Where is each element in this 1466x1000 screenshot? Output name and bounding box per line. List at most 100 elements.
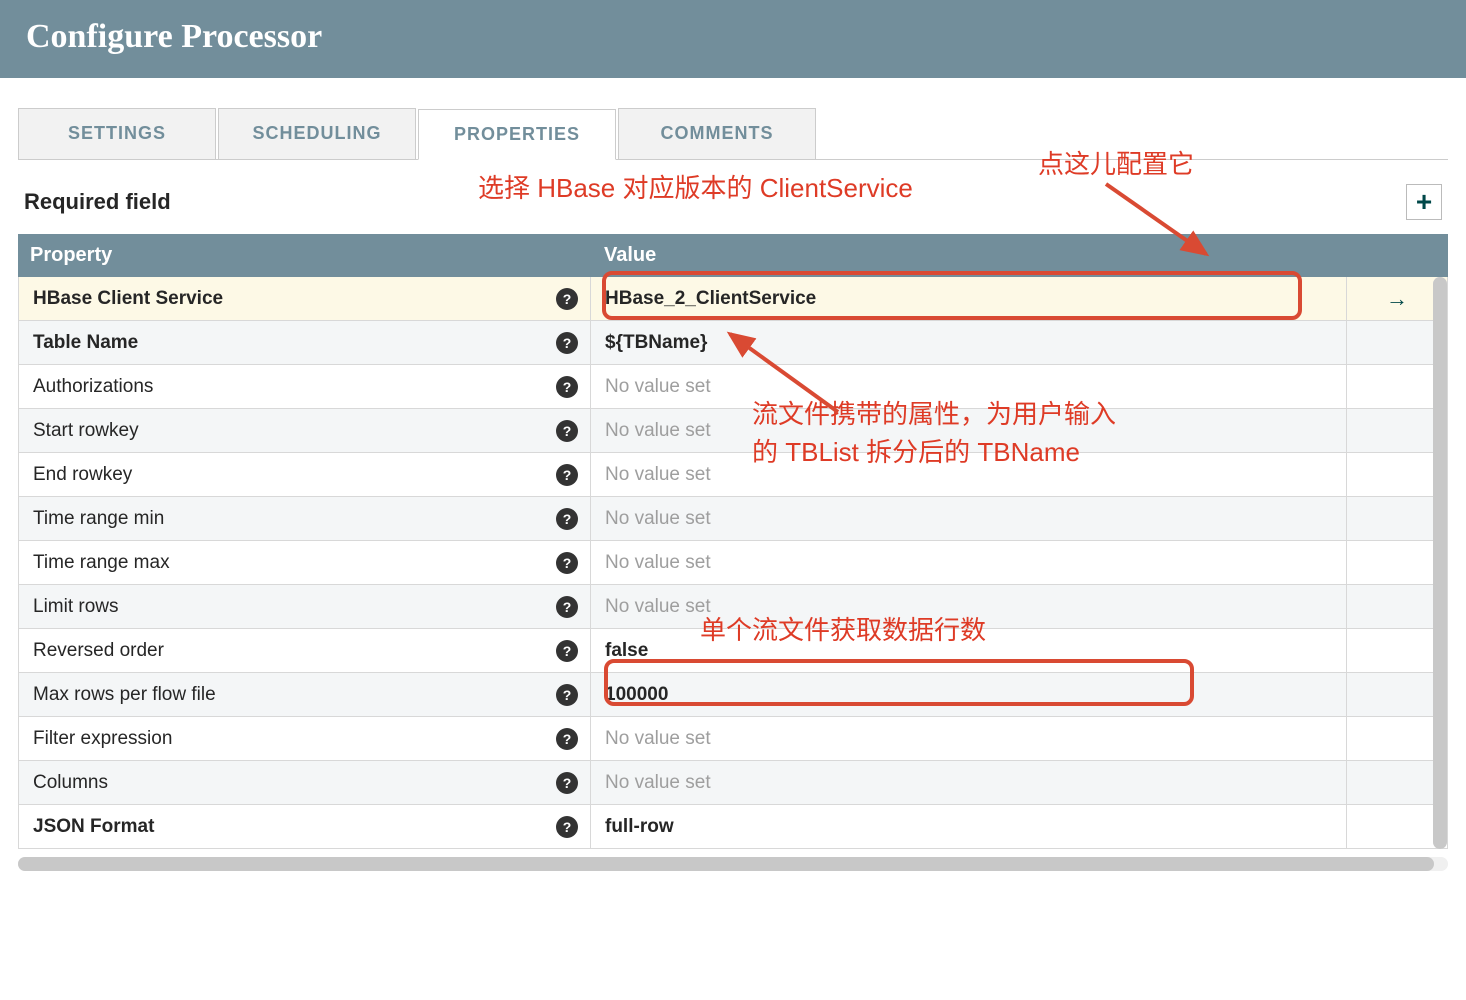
- property-cell: Filter expression?: [19, 717, 591, 760]
- help-icon[interactable]: ?: [556, 376, 578, 398]
- value-cell[interactable]: HBase_2_ClientService: [591, 277, 1347, 320]
- help-icon[interactable]: ?: [556, 772, 578, 794]
- help-icon[interactable]: ?: [556, 684, 578, 706]
- table-row[interactable]: Filter expression? No value set: [19, 717, 1447, 761]
- action-cell: →: [1347, 277, 1447, 320]
- property-cell: Authorizations?: [19, 365, 591, 408]
- table-row[interactable]: Limit rows? No value set: [19, 585, 1447, 629]
- goto-arrow-icon[interactable]: →: [1386, 286, 1408, 312]
- value-text: ${TBName}: [605, 332, 707, 354]
- value-text: No value set: [605, 552, 711, 574]
- scrollbar-thumb[interactable]: [1433, 277, 1447, 849]
- value-cell[interactable]: ${TBName}: [591, 321, 1347, 364]
- value-text: No value set: [605, 420, 711, 442]
- value-text: No value set: [605, 596, 711, 618]
- property-name: Authorizations: [33, 376, 153, 398]
- table-row[interactable]: Max rows per flow file? 100000: [19, 673, 1447, 717]
- table-row[interactable]: Columns? No value set: [19, 761, 1447, 805]
- property-name: Columns: [33, 772, 108, 794]
- help-icon[interactable]: ?: [556, 728, 578, 750]
- property-name: Max rows per flow file: [33, 684, 216, 706]
- action-cell: [1347, 365, 1447, 408]
- help-icon[interactable]: ?: [556, 288, 578, 310]
- property-name: Time range min: [33, 508, 164, 530]
- property-name: HBase Client Service: [33, 288, 223, 310]
- dialog-header: Configure Processor: [0, 0, 1466, 78]
- action-cell: [1347, 321, 1447, 364]
- value-cell[interactable]: No value set: [591, 453, 1347, 496]
- property-cell: Time range max?: [19, 541, 591, 584]
- value-text: full-row: [605, 816, 674, 838]
- horizontal-scrollbar[interactable]: [18, 857, 1448, 871]
- value-cell[interactable]: false: [591, 629, 1347, 672]
- value-text: No value set: [605, 508, 711, 530]
- value-text: 100000: [605, 684, 668, 706]
- property-cell: Limit rows?: [19, 585, 591, 628]
- value-cell[interactable]: 100000: [591, 673, 1347, 716]
- scrollbar-thumb[interactable]: [18, 857, 1434, 871]
- table-row[interactable]: HBase Client Service?HBase_2_ClientServi…: [19, 277, 1447, 321]
- action-cell: [1347, 541, 1447, 584]
- action-cell: [1347, 805, 1447, 848]
- property-cell: Time range min?: [19, 497, 591, 540]
- table-row[interactable]: JSON Format? full-row: [19, 805, 1447, 849]
- value-text: No value set: [605, 772, 711, 794]
- table-row[interactable]: Time range min? No value set: [19, 497, 1447, 541]
- property-cell: Table Name?: [19, 321, 591, 364]
- property-name: Table Name: [33, 332, 138, 354]
- help-icon[interactable]: ?: [556, 508, 578, 530]
- property-cell: Columns?: [19, 761, 591, 804]
- help-icon[interactable]: ?: [556, 640, 578, 662]
- tab-settings[interactable]: SETTINGS: [18, 108, 216, 159]
- table-row[interactable]: Time range max? No value set: [19, 541, 1447, 585]
- value-cell[interactable]: No value set: [591, 497, 1347, 540]
- add-property-button[interactable]: +: [1406, 184, 1442, 220]
- table-row[interactable]: Authorizations? No value set: [19, 365, 1447, 409]
- tab-properties[interactable]: PROPERTIES: [418, 109, 616, 160]
- help-icon[interactable]: ?: [556, 420, 578, 442]
- property-cell: JSON Format?: [19, 805, 591, 848]
- value-cell[interactable]: No value set: [591, 541, 1347, 584]
- value-cell[interactable]: No value set: [591, 365, 1347, 408]
- table-row[interactable]: End rowkey? No value set: [19, 453, 1447, 497]
- vertical-scrollbar[interactable]: [1433, 277, 1447, 849]
- property-cell: HBase Client Service?: [19, 277, 591, 320]
- help-icon[interactable]: ?: [556, 464, 578, 486]
- property-cell: End rowkey?: [19, 453, 591, 496]
- value-text: No value set: [605, 728, 711, 750]
- action-cell: [1347, 673, 1447, 716]
- value-cell[interactable]: No value set: [591, 585, 1347, 628]
- help-icon[interactable]: ?: [556, 332, 578, 354]
- help-icon[interactable]: ?: [556, 596, 578, 618]
- dialog-body: SETTINGS SCHEDULING PROPERTIES COMMENTS …: [0, 78, 1466, 871]
- value-text: No value set: [605, 376, 711, 398]
- property-name: JSON Format: [33, 816, 154, 838]
- help-icon[interactable]: ?: [556, 816, 578, 838]
- property-cell: Reversed order?: [19, 629, 591, 672]
- table-row[interactable]: Reversed order?false: [19, 629, 1447, 673]
- value-cell[interactable]: No value set: [591, 409, 1347, 452]
- table-row[interactable]: Table Name? ${TBName}: [19, 321, 1447, 365]
- tab-scheduling[interactable]: SCHEDULING: [218, 108, 416, 159]
- tab-comments[interactable]: COMMENTS: [618, 108, 816, 159]
- dialog-title: Configure Processor: [26, 18, 1440, 56]
- value-cell[interactable]: No value set: [591, 717, 1347, 760]
- table-header: Property Value: [18, 234, 1448, 277]
- action-cell: [1347, 453, 1447, 496]
- property-name: End rowkey: [33, 464, 132, 486]
- action-cell: [1347, 761, 1447, 804]
- plus-icon: +: [1416, 186, 1432, 218]
- value-cell[interactable]: No value set: [591, 761, 1347, 804]
- property-cell: Start rowkey?: [19, 409, 591, 452]
- action-cell: [1347, 585, 1447, 628]
- value-text: No value set: [605, 464, 711, 486]
- action-cell: [1347, 409, 1447, 452]
- table-row[interactable]: Start rowkey? No value set: [19, 409, 1447, 453]
- help-icon[interactable]: ?: [556, 552, 578, 574]
- property-name: Start rowkey: [33, 420, 139, 442]
- property-name: Filter expression: [33, 728, 172, 750]
- action-cell: [1347, 629, 1447, 672]
- action-cell: [1347, 497, 1447, 540]
- value-cell[interactable]: full-row: [591, 805, 1347, 848]
- properties-table: Property Value HBase Client Service?HBas…: [18, 234, 1448, 849]
